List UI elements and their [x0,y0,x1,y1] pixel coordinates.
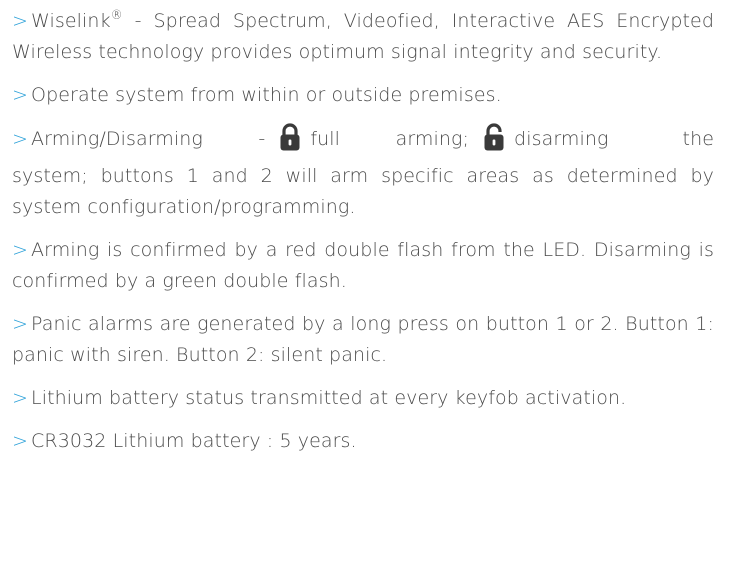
bullet-marker: > [12,128,29,150]
registered-mark: ® [110,8,123,22]
brand-name: Wiselink [31,10,111,32]
lock-open-icon [483,123,505,161]
bullet-marker: > [12,84,29,106]
feature-list: > Wiselink® - Spread Spectrum, Videofied,… [12,6,714,469]
feature-item-battery-life: > CR3032 Lithium battery : 5 years. [12,426,714,457]
bullet-marker: > [12,387,29,409]
the-text: the [682,128,715,150]
arming-lead: Arming/Disarming - [31,128,266,150]
feature-item-confirmation: > Arming is confirmed by a red double fla… [12,235,714,297]
lock-closed-icon [279,123,301,161]
disarming-text: disarming [514,128,609,150]
bullet-marker: > [12,239,29,261]
feature-item-battery-status: > Lithium battery status transmitted at e… [12,383,714,414]
feature-text: CR3032 Lithium battery : 5 years. [31,430,357,452]
arming-rest-text: system; buttons 1 and 2 will arm specifi… [12,165,714,218]
feature-item-operate: > Operate system from within or outside p… [12,80,714,111]
bullet-marker: > [12,10,29,32]
bullet-marker: > [12,313,29,335]
arming-first-line: > Arming/Disarming - full arming; disarming… [12,123,714,161]
feature-item-panic: > Panic alarms are generated by a long pr… [12,309,714,371]
feature-text: Operate system from within or outside pr… [31,84,502,106]
feature-text: Lithium battery status transmitted at ev… [31,387,627,409]
full-arming-text: full arming; [310,128,470,150]
feature-item-arming: > Arming/Disarming - full arming; disarming… [12,123,714,223]
feature-text: Panic alarms are generated by a long pre… [12,313,714,366]
feature-text: Arming is confirmed by a red double flas… [12,239,714,292]
bullet-marker: > [12,430,29,452]
feature-item-wiselink: > Wiselink® - Spread Spectrum, Videofied,… [12,6,714,68]
